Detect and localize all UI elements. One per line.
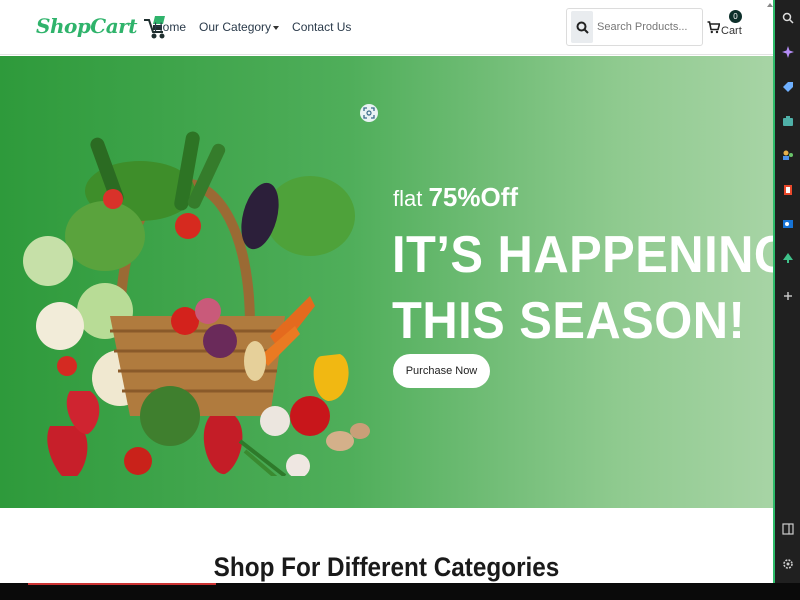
cart-link[interactable]: Cart 0: [707, 10, 742, 37]
edge-add-button[interactable]: [779, 287, 797, 305]
people-icon: [783, 150, 793, 160]
edge-shopping-button[interactable]: [779, 78, 797, 96]
search-input[interactable]: [597, 21, 697, 33]
brand-logo[interactable]: ShopCart: [36, 12, 167, 40]
cart-icon: [707, 21, 720, 34]
plus-icon: [784, 292, 792, 300]
sidebar-exit-icon: [782, 523, 794, 535]
edge-copilot-button[interactable]: [779, 43, 797, 61]
purchase-now-button[interactable]: Purchase Now: [393, 354, 490, 388]
edge-search-button[interactable]: [779, 9, 797, 27]
search-button[interactable]: [571, 11, 593, 43]
categories-section-title: Shop For Different Categories: [213, 552, 560, 582]
outlook-icon: [783, 220, 793, 228]
hero-offer-prefix: flat: [393, 186, 429, 211]
hero-banner: flat 75%Off IT’S HAPPENING THIS SEASON! …: [0, 56, 773, 508]
taskbar-indicator: [28, 583, 216, 585]
cart-count-badge: 0: [729, 10, 742, 23]
search-icon: [782, 12, 794, 24]
edge-office-button[interactable]: [779, 181, 797, 199]
edge-hide-sidebar-button[interactable]: [779, 520, 797, 538]
tree-icon: [783, 253, 793, 263]
nav-our-category[interactable]: Our Category: [199, 20, 280, 34]
hero-headline-line1: IT’S HAPPENING: [392, 226, 773, 284]
search-box: [566, 8, 703, 46]
copilot-icon: [782, 46, 794, 58]
nav-contact-us[interactable]: Contact Us: [292, 20, 351, 34]
hero-offer-value: 75%Off: [428, 182, 519, 212]
hero-offer-text: flat 75%Off: [393, 182, 518, 213]
brand-name: ShopCart: [36, 14, 137, 38]
taskbar-strip: [0, 583, 800, 600]
scan-icon: [363, 107, 375, 119]
tag-icon: [783, 82, 793, 92]
hero-headline-line2: THIS SEASON!: [392, 292, 746, 350]
navbar: ShopCart Home Our Category Contact Us Se…: [0, 0, 773, 55]
cart-label: Cart: [721, 25, 742, 37]
settings-icon: [783, 559, 793, 569]
caret-down-icon: [273, 25, 280, 30]
nav-our-category-label: Our Category: [199, 20, 272, 34]
web-page: ShopCart Home Our Category Contact Us Se…: [0, 0, 773, 583]
office-icon: [784, 185, 792, 195]
hero-headline: IT’S HAPPENING THIS SEASON!: [392, 222, 773, 354]
edge-settings-button[interactable]: [779, 555, 797, 573]
edge-games-button[interactable]: [779, 146, 797, 164]
vegetable-basket-image: [23, 131, 370, 476]
scroll-up-arrow-icon[interactable]: [767, 3, 773, 7]
search-icon: [576, 21, 589, 34]
main-nav: Home Our Category Contact Us: [154, 20, 351, 34]
edge-drop-button[interactable]: [779, 249, 797, 267]
edge-tools-button[interactable]: [779, 112, 797, 130]
briefcase-icon: [783, 116, 793, 126]
edge-outlook-button[interactable]: [779, 215, 797, 233]
nav-home[interactable]: Home: [154, 20, 186, 34]
visual-search-button[interactable]: [360, 104, 378, 122]
